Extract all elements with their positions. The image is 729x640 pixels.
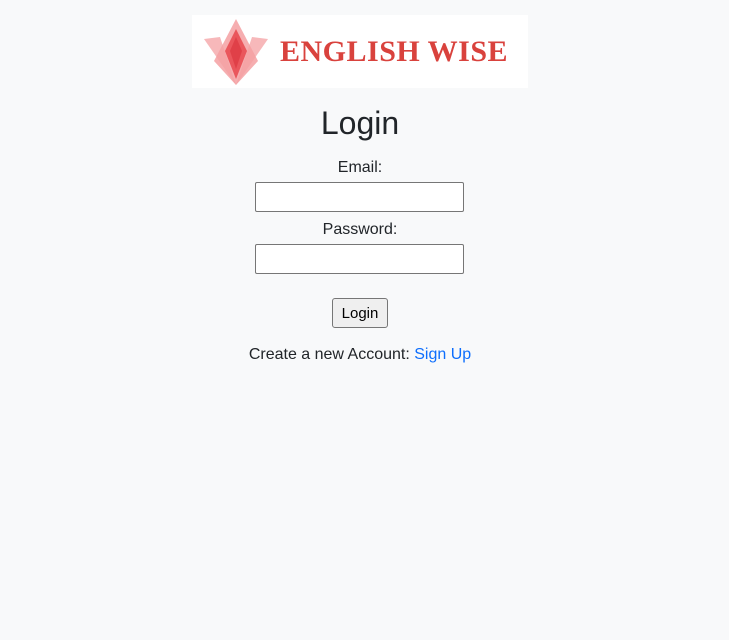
email-label: Email: [337,159,383,176]
password-field[interactable] [255,244,464,274]
lotus-icon [204,19,268,85]
email-field[interactable] [255,182,464,212]
signup-prompt: Create a new Account: [248,346,410,363]
login-page: ENGLISH WISE Login Email: Password: Logi… [0,0,729,640]
signup-prompt-row: Create a new Account: Sign Up [0,344,720,366]
login-button[interactable]: Login [332,298,388,328]
brand-name: ENGLISH WISE [280,35,509,68]
brand-logo: ENGLISH WISE [192,15,528,88]
signup-link[interactable]: Sign Up [414,346,471,363]
password-label: Password: [322,221,398,238]
page-title: Login [320,105,400,141]
